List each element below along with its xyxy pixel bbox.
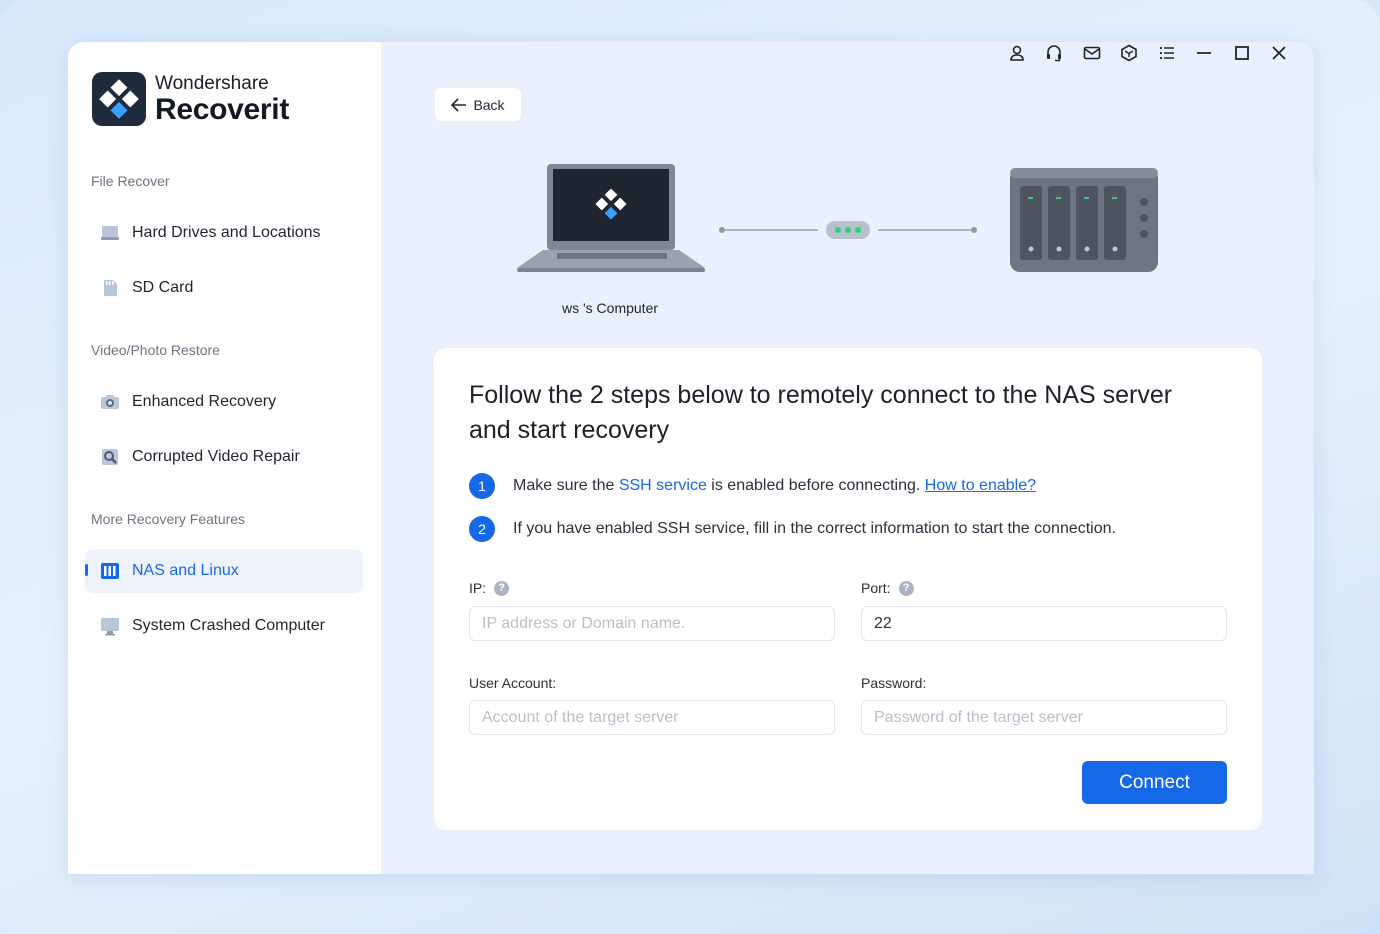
nas-icon <box>99 560 121 582</box>
sidebar-item-sd-card[interactable]: SD Card <box>85 266 363 310</box>
sidebar-item-label: Hard Drives and Locations <box>132 224 321 241</box>
headset-icon[interactable] <box>1036 42 1074 64</box>
recoverit-logo-icon <box>92 72 146 126</box>
sidebar-item-label: System Crashed Computer <box>132 617 325 634</box>
step-1: 1 Make sure the SSH service is enabled b… <box>469 473 1036 499</box>
nas-server-illustration <box>1008 166 1160 279</box>
mail-icon[interactable] <box>1073 42 1111 64</box>
hard-drive-icon <box>99 222 121 244</box>
titlebar-controls <box>998 42 1298 64</box>
sidebar-item-label: SD Card <box>132 279 194 296</box>
password-input[interactable] <box>861 700 1227 735</box>
sd-card-icon <box>99 277 121 299</box>
port-input[interactable] <box>861 606 1227 641</box>
connection-card: Follow the 2 steps below to remotely con… <box>434 348 1262 830</box>
sidebar-item-nas-linux[interactable]: NAS and Linux <box>85 549 363 593</box>
back-button[interactable]: Back <box>435 88 521 121</box>
brand-name: Wondershare <box>155 72 269 94</box>
app-logo: Wondershare Recoverit <box>92 72 289 126</box>
step-number-badge: 1 <box>469 473 495 499</box>
help-icon[interactable]: ? <box>494 580 510 596</box>
arrow-left-icon <box>451 97 467 112</box>
user-icon[interactable] <box>998 42 1036 64</box>
user-account-input[interactable] <box>469 700 835 735</box>
camera-icon <box>99 391 121 413</box>
close-icon[interactable] <box>1261 42 1299 64</box>
help-icon[interactable]: ? <box>898 580 914 596</box>
ip-label-row: IP: ? <box>469 580 510 596</box>
sidebar-item-system-crashed[interactable]: System Crashed Computer <box>85 604 363 648</box>
how-to-enable-link[interactable]: How to enable? <box>925 477 1036 494</box>
sidebar-item-corrupted-video-repair[interactable]: Corrupted Video Repair <box>85 435 363 479</box>
sidebar-item-label: Enhanced Recovery <box>132 393 277 410</box>
account-label: User Account: <box>469 675 557 691</box>
step-text: Make sure the SSH service is enabled bef… <box>513 477 1036 495</box>
step1-text-before: Make sure the <box>513 477 619 494</box>
port-label-row: Port: ? <box>861 580 914 596</box>
ip-label: IP: <box>469 580 487 596</box>
connect-button[interactable]: Connect <box>1082 761 1227 804</box>
sidebar-item-label: Corrupted Video Repair <box>132 448 300 465</box>
app-window: Wondershare Recoverit File Recover Hard … <box>68 42 1314 874</box>
step-text: If you have enabled SSH service, fill in… <box>513 520 1116 537</box>
password-label-row: Password: <box>861 675 926 691</box>
step-number-badge: 2 <box>469 516 495 542</box>
product-name: Recoverit <box>155 92 290 126</box>
ssh-service-highlight: SSH service <box>618 477 707 494</box>
monitor-icon <box>99 615 121 637</box>
sidebar-item-label: NAS and Linux <box>132 562 239 579</box>
minimize-icon[interactable] <box>1186 42 1224 64</box>
box-icon[interactable] <box>1111 42 1149 64</box>
connection-indicator <box>718 218 982 247</box>
video-repair-icon <box>99 446 121 468</box>
port-label: Port: <box>861 580 891 596</box>
laptop-illustration <box>517 162 707 281</box>
step-2: 2 If you have enabled SSH service, fill … <box>469 516 1116 542</box>
section-file-recover: File Recover <box>91 173 170 189</box>
password-label: Password: <box>861 675 927 691</box>
maximize-icon[interactable] <box>1223 42 1261 64</box>
sidebar-item-hard-drives[interactable]: Hard Drives and Locations <box>85 211 363 255</box>
section-video-photo-restore: Video/Photo Restore <box>91 342 220 358</box>
desktop-background: Wondershare Recoverit File Recover Hard … <box>0 0 1380 934</box>
sidebar: Wondershare Recoverit File Recover Hard … <box>68 42 381 874</box>
menu-list-icon[interactable] <box>1148 42 1186 64</box>
step1-text-after: is enabled before connecting. <box>706 477 925 494</box>
active-indicator <box>85 564 88 576</box>
ip-input[interactable] <box>469 606 835 641</box>
back-label: Back <box>473 96 505 113</box>
card-title: Follow the 2 steps below to remotely con… <box>469 381 1173 444</box>
sidebar-item-enhanced-recovery[interactable]: Enhanced Recovery <box>85 380 363 424</box>
section-more-recovery: More Recovery Features <box>91 511 246 527</box>
computer-label: ws 's Computer <box>561 300 659 316</box>
account-label-row: User Account: <box>469 675 556 691</box>
